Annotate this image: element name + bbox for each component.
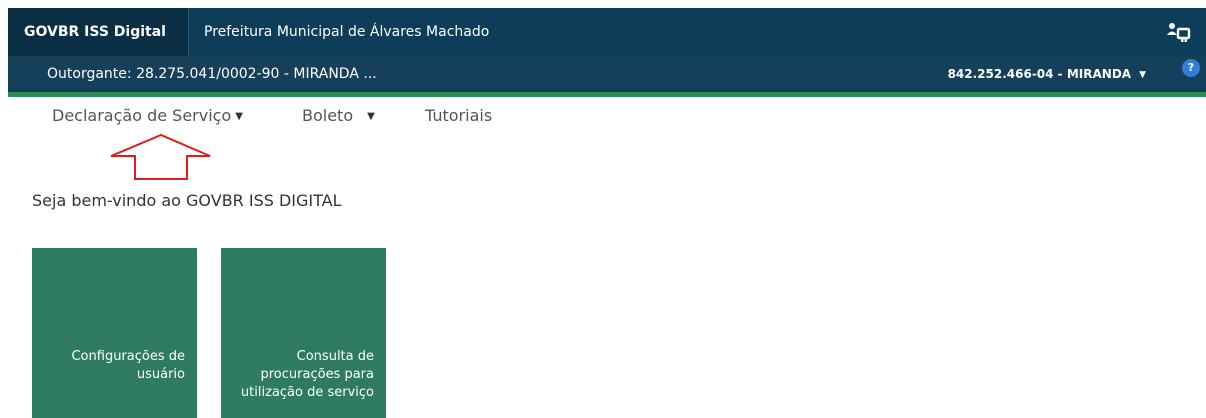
tile-procuracoes[interactable]: Consulta de procurações para utilização … — [221, 248, 386, 418]
divider — [188, 8, 189, 56]
chevron-down-icon: ▼ — [235, 111, 243, 122]
nav-label: Boleto — [302, 106, 354, 125]
user-name: 842.252.466-04 - MIRANDA — [947, 67, 1132, 81]
nav-label: Declaração de Serviço — [52, 106, 232, 125]
top-header-bar: GOVBR ISS Digital Prefeitura Municipal d… — [8, 8, 1206, 56]
chevron-down-icon: ▼ — [1139, 69, 1146, 80]
outorgante-label: Outorgante: 28.275.041/0002-90 - MIRANDA… — [47, 66, 377, 82]
chevron-down-icon: ▼ — [367, 111, 375, 122]
tile-user-settings[interactable]: Configurações de usuário — [32, 248, 197, 418]
tile-label: Consulta de procurações para utilização … — [240, 349, 374, 400]
nav-boleto[interactable]: Boleto ▼ — [302, 106, 375, 125]
user-switch-icon[interactable] — [1166, 20, 1192, 44]
nav-label: Tutoriais — [425, 106, 493, 125]
outorgante-bar: Outorgante: 28.275.041/0002-90 - MIRANDA… — [8, 56, 1206, 92]
annotation-arrow-icon — [109, 132, 213, 186]
help-icon[interactable]: ? — [1182, 59, 1200, 77]
user-dropdown[interactable]: 842.252.466-04 - MIRANDA ▼ — [948, 56, 1146, 93]
welcome-heading: Seja bem-vindo ao GOVBR ISS DIGITAL — [32, 191, 342, 210]
nav-declaracao-servico[interactable]: Declaração de Serviço ▼ — [52, 106, 243, 125]
nav-tutoriais[interactable]: Tutoriais — [425, 106, 492, 125]
tile-label: Configurações de usuário — [71, 349, 185, 382]
municipality-name: Prefeitura Municipal de Álvares Machado — [204, 24, 490, 40]
brand-title[interactable]: GOVBR ISS Digital — [8, 8, 188, 56]
main-nav: Declaração de Serviço ▼ Boleto ▼ Tutoriais — [0, 97, 1206, 137]
